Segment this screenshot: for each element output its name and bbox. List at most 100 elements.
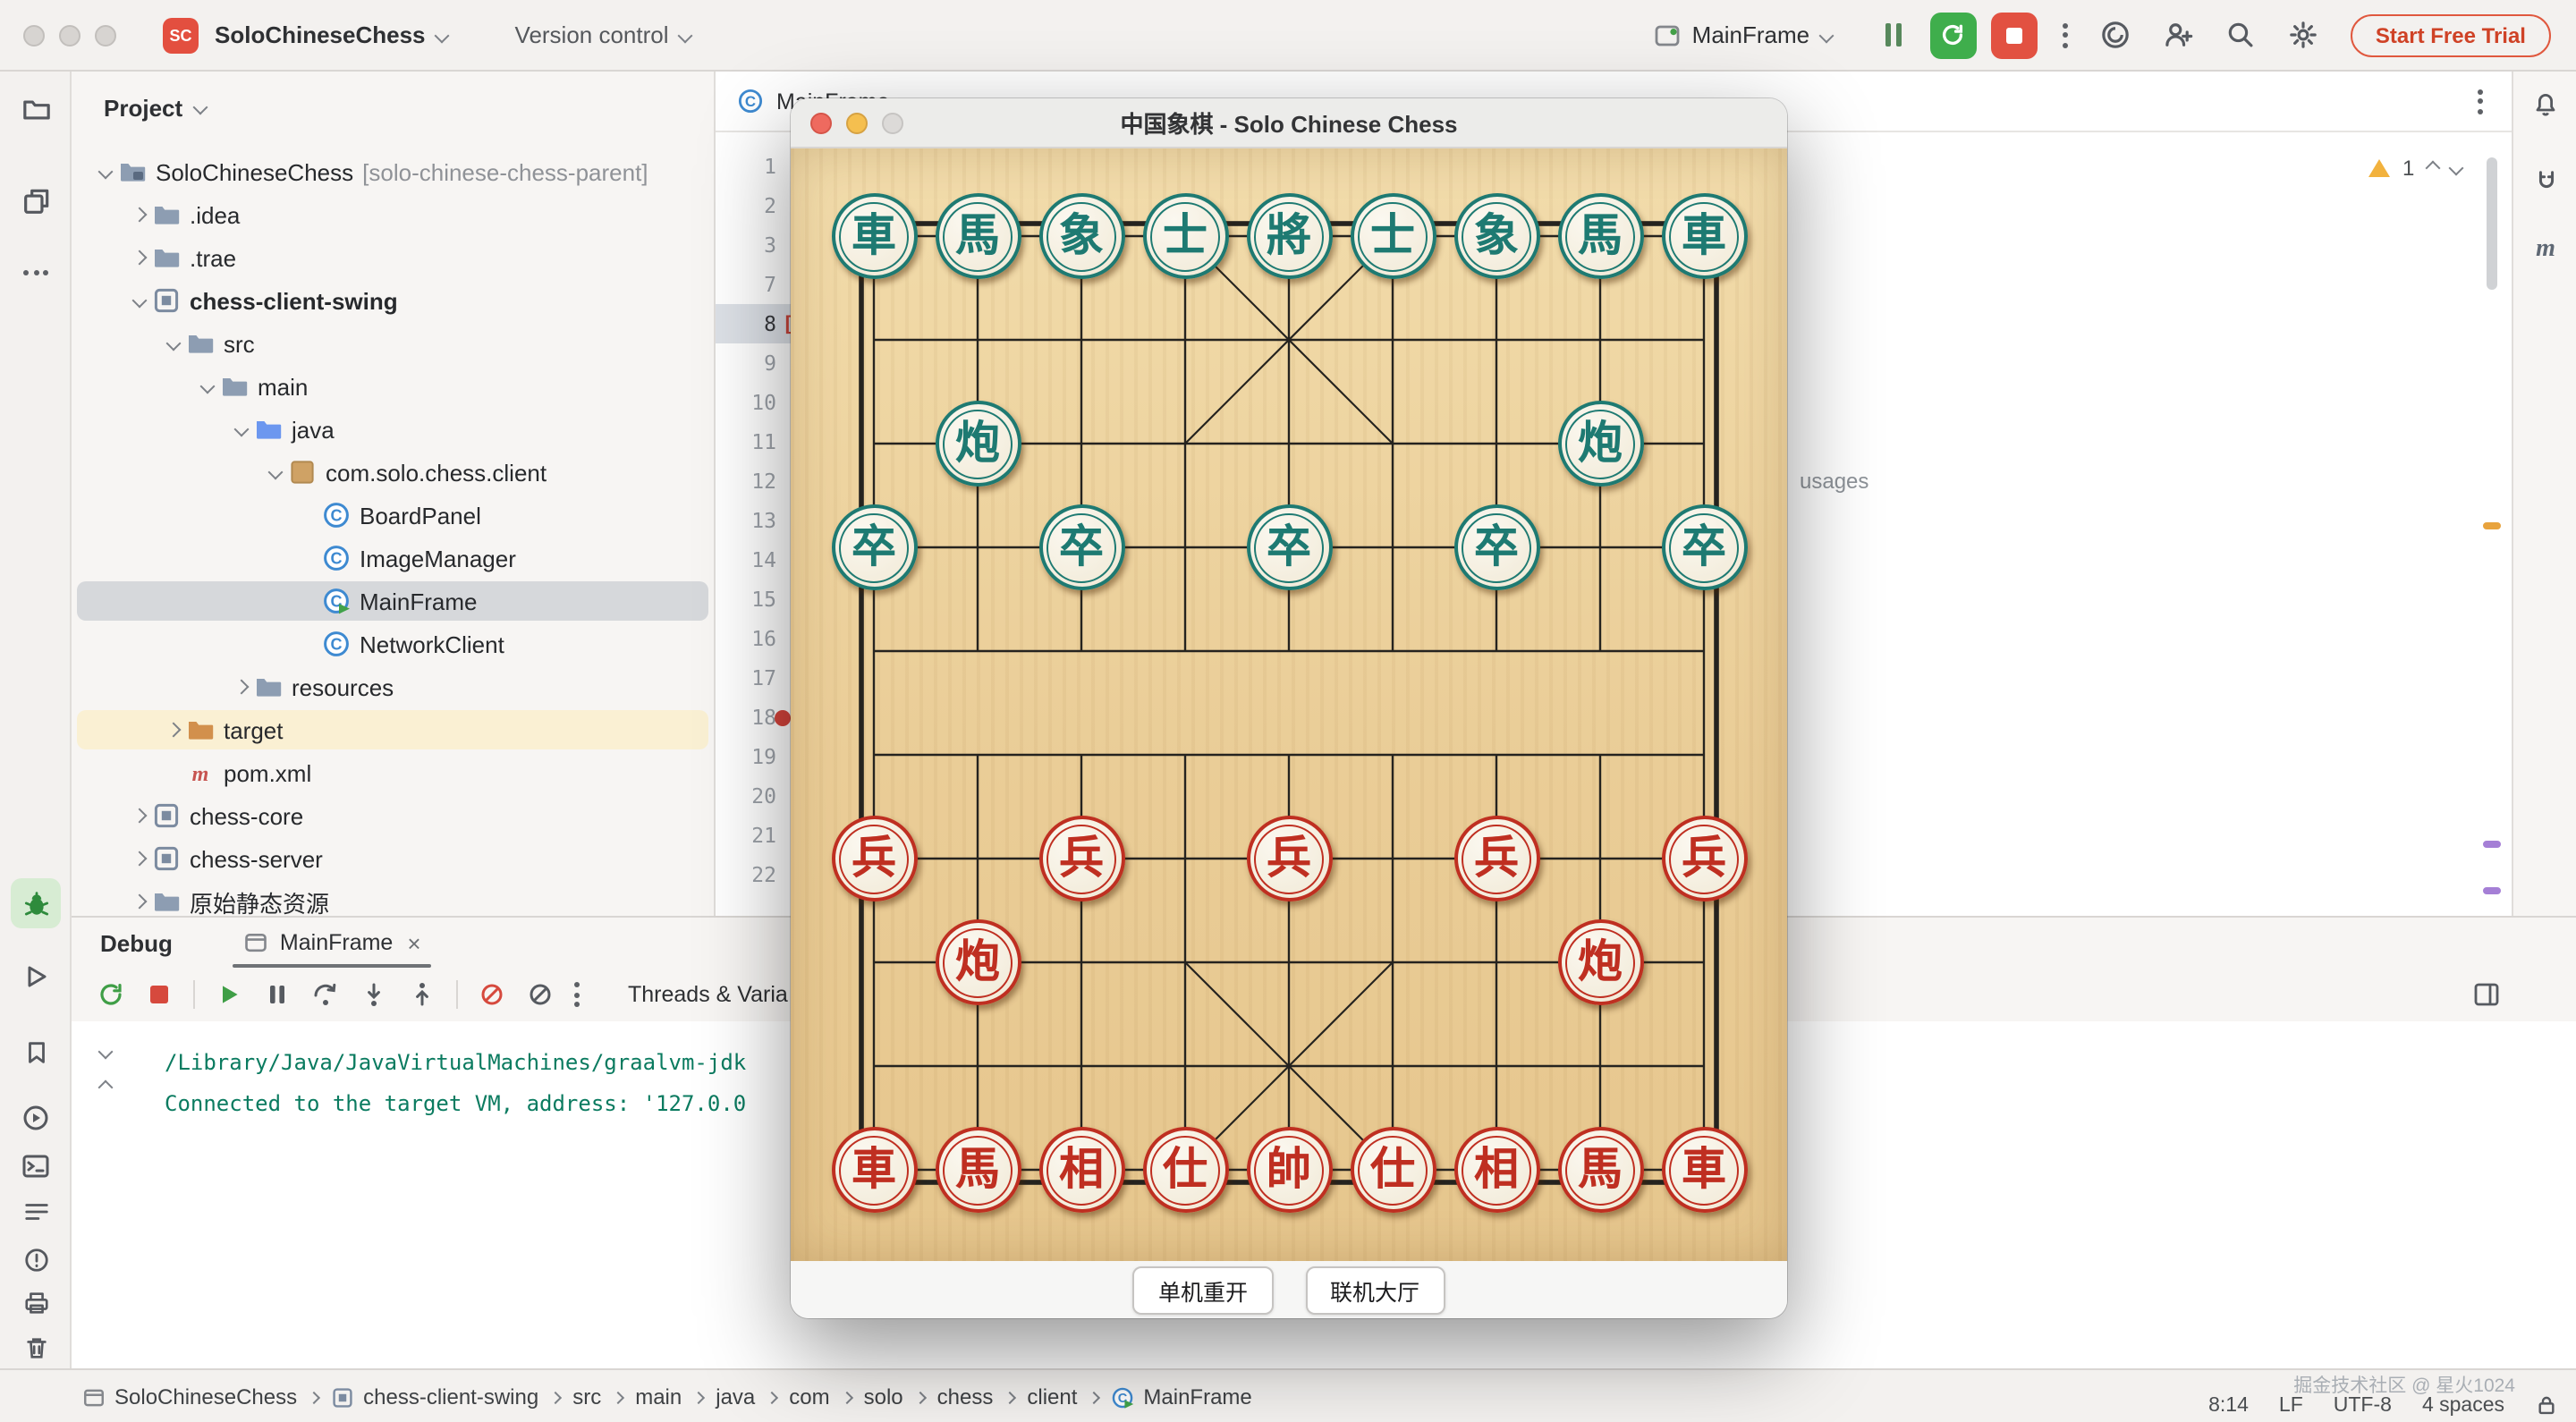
chevron-down-icon[interactable] — [195, 381, 220, 392]
piece-red-f3r9[interactable]: 仕 — [1142, 1127, 1228, 1213]
tree-item-chess-core[interactable]: chess-core — [72, 794, 714, 837]
gutter-line-14[interactable]: 14 — [716, 540, 794, 580]
bookmarks-tool-icon[interactable] — [14, 1030, 57, 1073]
gutter-line-22[interactable]: 22 — [716, 855, 794, 894]
gutter-line-8[interactable]: 8[ — [716, 304, 794, 343]
tree-item-idea[interactable]: .idea — [72, 193, 714, 236]
tree-item-main[interactable]: main — [72, 365, 714, 408]
breadcrumb-item-com[interactable]: com — [789, 1384, 829, 1409]
stop-icon[interactable] — [145, 980, 174, 1009]
piece-red-f7r7[interactable]: 炮 — [1557, 919, 1643, 1005]
gutter-line-18[interactable]: 18 — [716, 698, 794, 737]
todo-tool-icon[interactable] — [14, 1189, 57, 1232]
piece-black-f3r0[interactable]: 士 — [1142, 193, 1228, 279]
search-icon[interactable] — [2225, 20, 2256, 50]
gutter-line-7[interactable]: 7 — [716, 265, 794, 304]
piece-black-f4r0[interactable]: 將 — [1246, 193, 1332, 279]
step-over-icon[interactable] — [311, 980, 340, 1009]
gutter-line-16[interactable]: 16 — [716, 619, 794, 658]
breadcrumb-item-src[interactable]: src — [572, 1384, 601, 1409]
piece-red-f4r9[interactable]: 帥 — [1246, 1127, 1332, 1213]
chevron-right-icon[interactable] — [127, 896, 152, 907]
piece-black-f5r0[interactable]: 士 — [1350, 193, 1436, 279]
project-menu-button[interactable]: SoloChineseChess — [215, 21, 447, 48]
tree-item-chess-client-swing[interactable]: chess-client-swing — [72, 279, 714, 322]
run-tool-icon[interactable] — [14, 955, 57, 998]
piece-red-f2r9[interactable]: 相 — [1038, 1127, 1124, 1213]
gutter-line-13[interactable]: 13 — [716, 501, 794, 540]
piece-black-f0r0[interactable]: 車 — [831, 193, 917, 279]
tree-item-solochinesechess[interactable]: SoloChineseChess[solo-chinese-chess-pare… — [72, 150, 714, 193]
tree-item-boardpanel[interactable]: CBoardPanel — [72, 494, 714, 537]
rerun-icon[interactable] — [97, 980, 125, 1009]
breadcrumb-item-mainframe[interactable]: CMainFrame — [1111, 1384, 1251, 1409]
caret-position[interactable]: 8:14 — [2208, 1394, 2249, 1416]
project-panel-header[interactable]: Project — [72, 72, 714, 143]
gutter-line-9[interactable]: 9 — [716, 343, 794, 383]
chevron-right-icon[interactable] — [161, 724, 186, 735]
problems-tool-icon[interactable] — [14, 1238, 57, 1281]
tree-item-java[interactable]: java — [72, 408, 714, 451]
tree-item-chess-server[interactable]: chess-server — [72, 837, 714, 880]
version-control-button[interactable]: Version control — [515, 21, 691, 48]
piece-red-f1r7[interactable]: 炮 — [935, 919, 1021, 1005]
piece-black-f7r0[interactable]: 馬 — [1557, 193, 1643, 279]
usages-inlay-hint[interactable]: usages — [1800, 469, 1868, 494]
breadcrumb-item-client[interactable]: client — [1027, 1384, 1077, 1409]
debug-more-icon[interactable] — [574, 982, 580, 1007]
restart-offline-button[interactable]: 单机重开 — [1133, 1265, 1273, 1314]
breadcrumb-item-solochinesechess[interactable]: SoloChineseChess — [82, 1384, 297, 1409]
piece-red-f1r9[interactable]: 馬 — [935, 1127, 1021, 1213]
gutter-line-12[interactable]: 12 — [716, 461, 794, 501]
start-free-trial-button[interactable]: Start Free Trial — [2351, 13, 2551, 56]
dialog-zoom-button[interactable] — [882, 112, 903, 133]
tree-item-pom-xml[interactable]: mpom.xml — [72, 751, 714, 794]
chevron-right-icon[interactable] — [127, 810, 152, 821]
piece-red-f8r6[interactable]: 兵 — [1661, 816, 1747, 901]
close-icon[interactable]: × — [407, 929, 420, 956]
step-out-icon[interactable] — [408, 980, 436, 1009]
chevron-right-icon[interactable] — [127, 853, 152, 864]
tree-item-resources[interactable]: resources — [72, 665, 714, 708]
piece-red-f2r6[interactable]: 兵 — [1038, 816, 1124, 901]
breadcrumb-item-chess[interactable]: chess — [937, 1384, 994, 1409]
window-zoom-button[interactable] — [95, 24, 116, 46]
dialog-titlebar[interactable]: 中国象棋 - Solo Chinese Chess — [791, 98, 1787, 148]
chevron-right-icon[interactable] — [127, 252, 152, 263]
piece-red-f7r9[interactable]: 馬 — [1557, 1127, 1643, 1213]
online-lobby-button[interactable]: 联机大厅 — [1305, 1265, 1445, 1314]
gutter-line-1[interactable]: 1 — [716, 147, 794, 186]
piece-black-f2r0[interactable]: 象 — [1038, 193, 1124, 279]
next-problem-icon[interactable] — [2448, 161, 2463, 176]
step-into-icon[interactable] — [360, 980, 388, 1009]
notifications-bell-icon[interactable] — [2524, 82, 2567, 125]
resume-icon[interactable] — [215, 980, 243, 1009]
pause-icon[interactable] — [263, 980, 292, 1009]
breakpoint-icon[interactable] — [775, 709, 791, 725]
project-tool-icon[interactable] — [14, 88, 57, 131]
breadcrumb-item-solo[interactable]: solo — [864, 1384, 903, 1409]
scrollbar-mark[interactable] — [2483, 887, 2501, 893]
gutter-line-3[interactable]: 3 — [716, 225, 794, 265]
ai-assistant-icon[interactable] — [2524, 159, 2567, 202]
piece-red-f6r6[interactable]: 兵 — [1453, 816, 1539, 901]
encoding[interactable]: UTF-8 — [2334, 1394, 2392, 1416]
piece-black-f8r0[interactable]: 車 — [1661, 193, 1747, 279]
prev-problem-icon[interactable] — [2425, 161, 2440, 176]
piece-black-f6r0[interactable]: 象 — [1453, 193, 1539, 279]
pause-button[interactable] — [1885, 23, 1902, 47]
print-icon[interactable] — [14, 1281, 57, 1324]
scroll-up-icon[interactable] — [98, 1080, 114, 1096]
rerun-debug-button[interactable] — [1930, 12, 1977, 58]
services-tool-icon[interactable] — [14, 1096, 57, 1139]
mute-breakpoints-icon[interactable] — [478, 980, 506, 1009]
chevron-right-icon[interactable] — [229, 681, 254, 692]
piece-red-f4r6[interactable]: 兵 — [1246, 816, 1332, 901]
lock-icon[interactable] — [2535, 1393, 2558, 1417]
piece-black-f6r3[interactable]: 卒 — [1453, 504, 1539, 590]
terminal-tool-icon[interactable] — [14, 1145, 57, 1188]
chevron-down-icon[interactable] — [229, 424, 254, 435]
gutter-line-20[interactable]: 20 — [716, 776, 794, 816]
piece-black-f8r3[interactable]: 卒 — [1661, 504, 1747, 590]
layout-settings-icon[interactable] — [2472, 980, 2501, 1009]
